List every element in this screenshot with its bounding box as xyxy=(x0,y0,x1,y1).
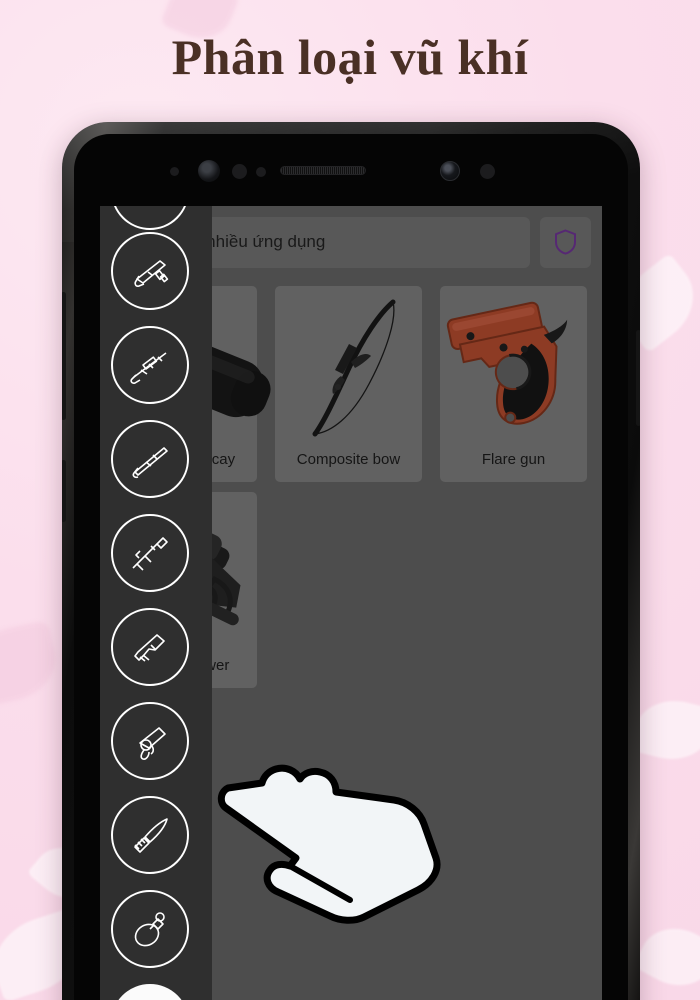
bixby-button[interactable] xyxy=(62,460,66,522)
sidebar-item-revolver[interactable] xyxy=(111,702,189,780)
grenade-icon xyxy=(134,912,165,947)
rocket-launcher-icon xyxy=(132,537,168,571)
led-indicator-icon xyxy=(170,167,179,176)
pistol-icon xyxy=(134,634,165,662)
power-button[interactable] xyxy=(636,330,640,426)
combat-knife-icon xyxy=(134,818,168,853)
sidebar-item-grenade[interactable] xyxy=(111,890,189,968)
sidebar-item-shotgun[interactable] xyxy=(111,232,189,310)
hunting-rifle-icon xyxy=(132,447,168,479)
drawer-scrim[interactable] xyxy=(212,206,602,1000)
sidebar-item-rocket-launcher[interactable] xyxy=(111,514,189,592)
weapon-category-drawer xyxy=(100,206,212,1000)
phone-bezel: Thêm nhiều ứng dụng cay Composite bow Fl… xyxy=(74,134,628,1000)
sidebar-item-sniper-rifle[interactable] xyxy=(111,326,189,404)
petal-decoration xyxy=(0,619,63,709)
petal-decoration xyxy=(629,691,700,769)
sidebar-item-hunting-rifle[interactable] xyxy=(111,420,189,498)
front-camera-icon xyxy=(440,161,460,181)
phone-mockup: Thêm nhiều ứng dụng cay Composite bow Fl… xyxy=(62,122,640,1000)
sidebar-item-previous[interactable] xyxy=(111,206,189,230)
revolver-icon xyxy=(139,727,166,760)
iris-scanner-icon xyxy=(198,160,220,182)
page-title: Phân loại vũ khí xyxy=(171,29,529,85)
secondary-sensor-icon xyxy=(480,164,495,179)
phone-screen: Thêm nhiều ứng dụng cay Composite bow Fl… xyxy=(100,206,602,1000)
ambient-light-sensor-icon xyxy=(256,167,266,177)
petal-decoration xyxy=(632,914,700,1000)
sniper-rifle-icon xyxy=(130,352,167,384)
sidebar-item-tags[interactable] xyxy=(111,984,189,1000)
volume-rocker-button[interactable] xyxy=(62,292,66,420)
proximity-sensor-icon xyxy=(232,164,247,179)
sensor-cluster xyxy=(74,156,628,186)
sidebar-item-pistol[interactable] xyxy=(111,608,189,686)
sidebar-item-combat-knife[interactable] xyxy=(111,796,189,874)
earpiece-speaker-icon xyxy=(280,166,366,175)
shotgun-icon xyxy=(134,260,169,287)
